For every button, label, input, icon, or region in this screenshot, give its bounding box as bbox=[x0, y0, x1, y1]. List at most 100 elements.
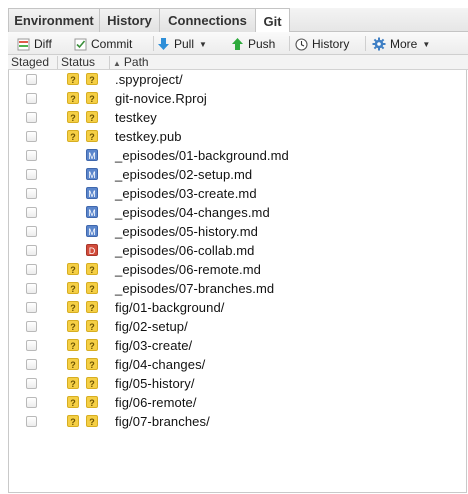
modified-status-icon: M bbox=[86, 206, 98, 218]
pull-label: Pull bbox=[174, 37, 195, 51]
file-row[interactable]: ?? testkey.pub bbox=[8, 127, 466, 146]
file-row[interactable]: ?? _episodes/06-remote.md bbox=[8, 260, 466, 279]
staged-checkbox[interactable] bbox=[26, 207, 37, 218]
staged-checkbox[interactable] bbox=[26, 397, 37, 408]
untracked-status-icon: ? bbox=[67, 92, 79, 104]
file-path: _episodes/03-create.md bbox=[115, 186, 257, 201]
gear-icon bbox=[372, 37, 386, 51]
column-path-label: Path bbox=[123, 55, 149, 69]
more-dropdown-icon[interactable]: ▼ bbox=[422, 40, 430, 49]
column-staged[interactable]: Staged bbox=[11, 55, 49, 70]
file-row[interactable]: ?? fig/03-create/ bbox=[8, 336, 466, 355]
column-divider bbox=[109, 56, 110, 69]
untracked-status-icon: ? bbox=[67, 130, 79, 142]
deleted-status-icon: D bbox=[86, 244, 98, 256]
diff-button[interactable]: Diff bbox=[17, 36, 52, 52]
file-row[interactable]: ?? git-novice.Rproj bbox=[8, 89, 466, 108]
staged-checkbox[interactable] bbox=[26, 340, 37, 351]
file-row[interactable]: ?? fig/06-remote/ bbox=[8, 393, 466, 412]
untracked-status-icon: ? bbox=[86, 396, 98, 408]
file-path: _episodes/04-changes.md bbox=[115, 205, 270, 220]
staged-checkbox[interactable] bbox=[26, 93, 37, 104]
tab-git[interactable]: Git bbox=[256, 8, 290, 33]
tab-environment[interactable]: Environment bbox=[8, 8, 100, 32]
file-row[interactable]: M _episodes/04-changes.md bbox=[8, 203, 466, 222]
file-path: git-novice.Rproj bbox=[115, 91, 207, 106]
modified-status-icon: M bbox=[86, 225, 98, 237]
file-row[interactable]: ?? fig/01-background/ bbox=[8, 298, 466, 317]
history-label: History bbox=[312, 37, 350, 51]
file-list-header: Staged Status ▲ Path bbox=[8, 55, 468, 70]
file-row[interactable]: ?? fig/02-setup/ bbox=[8, 317, 466, 336]
file-row[interactable]: ?? _episodes/07-branches.md bbox=[8, 279, 466, 298]
file-path: fig/05-history/ bbox=[115, 376, 195, 391]
staged-checkbox[interactable] bbox=[26, 416, 37, 427]
staged-checkbox[interactable] bbox=[26, 169, 37, 180]
toolbar-divider bbox=[153, 36, 154, 51]
tab-connections[interactable]: Connections bbox=[160, 8, 256, 32]
staged-checkbox[interactable] bbox=[26, 112, 37, 123]
untracked-status-icon: ? bbox=[86, 111, 98, 123]
untracked-status-icon: ? bbox=[86, 415, 98, 427]
staged-checkbox[interactable] bbox=[26, 321, 37, 332]
pull-dropdown-icon[interactable]: ▼ bbox=[199, 40, 207, 49]
push-arrow-icon bbox=[232, 38, 243, 50]
file-row[interactable]: M _episodes/01-background.md bbox=[8, 146, 466, 165]
untracked-status-icon: ? bbox=[67, 358, 79, 370]
untracked-status-icon: ? bbox=[67, 377, 79, 389]
file-path: testkey bbox=[115, 110, 157, 125]
file-row[interactable]: M _episodes/02-setup.md bbox=[8, 165, 466, 184]
file-path: _episodes/02-setup.md bbox=[115, 167, 253, 182]
file-row[interactable]: ?? fig/04-changes/ bbox=[8, 355, 466, 374]
staged-checkbox[interactable] bbox=[26, 188, 37, 199]
file-row[interactable]: M _episodes/03-create.md bbox=[8, 184, 466, 203]
staged-checkbox[interactable] bbox=[26, 359, 37, 370]
column-status[interactable]: Status bbox=[61, 55, 95, 70]
untracked-status-icon: ? bbox=[67, 73, 79, 85]
modified-status-icon: M bbox=[86, 187, 98, 199]
staged-checkbox[interactable] bbox=[26, 74, 37, 85]
file-row[interactable]: ?? fig/07-branches/ bbox=[8, 412, 466, 431]
toolbar-divider bbox=[289, 36, 290, 51]
file-path: fig/06-remote/ bbox=[115, 395, 197, 410]
tab-history[interactable]: History bbox=[100, 8, 160, 32]
diff-label: Diff bbox=[34, 37, 52, 51]
file-row[interactable]: ?? testkey bbox=[8, 108, 466, 127]
history-button[interactable]: History bbox=[295, 36, 349, 52]
file-path: fig/07-branches/ bbox=[115, 414, 210, 429]
staged-checkbox[interactable] bbox=[26, 378, 37, 389]
commit-icon bbox=[74, 38, 87, 50]
staged-checkbox[interactable] bbox=[26, 150, 37, 161]
untracked-status-icon: ? bbox=[67, 263, 79, 275]
file-row[interactable]: ?? .spyproject/ bbox=[8, 70, 466, 89]
file-row[interactable]: M _episodes/05-history.md bbox=[8, 222, 466, 241]
file-row[interactable]: ?? fig/05-history/ bbox=[8, 374, 466, 393]
untracked-status-icon: ? bbox=[86, 92, 98, 104]
commit-button[interactable]: Commit bbox=[74, 36, 132, 52]
file-path: _episodes/06-collab.md bbox=[115, 243, 255, 258]
file-path: fig/01-background/ bbox=[115, 300, 225, 315]
sort-ascending-icon: ▲ bbox=[113, 59, 121, 68]
staged-checkbox[interactable] bbox=[26, 302, 37, 313]
diff-icon bbox=[17, 38, 30, 50]
column-path[interactable]: ▲ Path bbox=[113, 55, 149, 71]
file-row[interactable]: D _episodes/06-collab.md bbox=[8, 241, 466, 260]
staged-checkbox[interactable] bbox=[26, 131, 37, 142]
staged-checkbox[interactable] bbox=[26, 283, 37, 294]
more-button[interactable]: More ▼ bbox=[372, 36, 430, 52]
file-path: .spyproject/ bbox=[115, 72, 183, 87]
file-path: fig/02-setup/ bbox=[115, 319, 188, 334]
file-path: fig/04-changes/ bbox=[115, 357, 206, 372]
staged-checkbox[interactable] bbox=[26, 264, 37, 275]
staged-checkbox[interactable] bbox=[26, 245, 37, 256]
column-divider bbox=[57, 56, 58, 69]
tab-bar: Environment History Connections Git bbox=[8, 8, 468, 33]
commit-label: Commit bbox=[91, 37, 133, 51]
pull-button[interactable]: Pull ▼ bbox=[157, 36, 207, 52]
file-path: _episodes/05-history.md bbox=[115, 224, 258, 239]
staged-checkbox[interactable] bbox=[26, 226, 37, 237]
toolbar-divider bbox=[365, 36, 366, 51]
file-path: _episodes/07-branches.md bbox=[115, 281, 275, 296]
push-button[interactable]: Push bbox=[231, 36, 275, 52]
push-label: Push bbox=[248, 37, 276, 51]
